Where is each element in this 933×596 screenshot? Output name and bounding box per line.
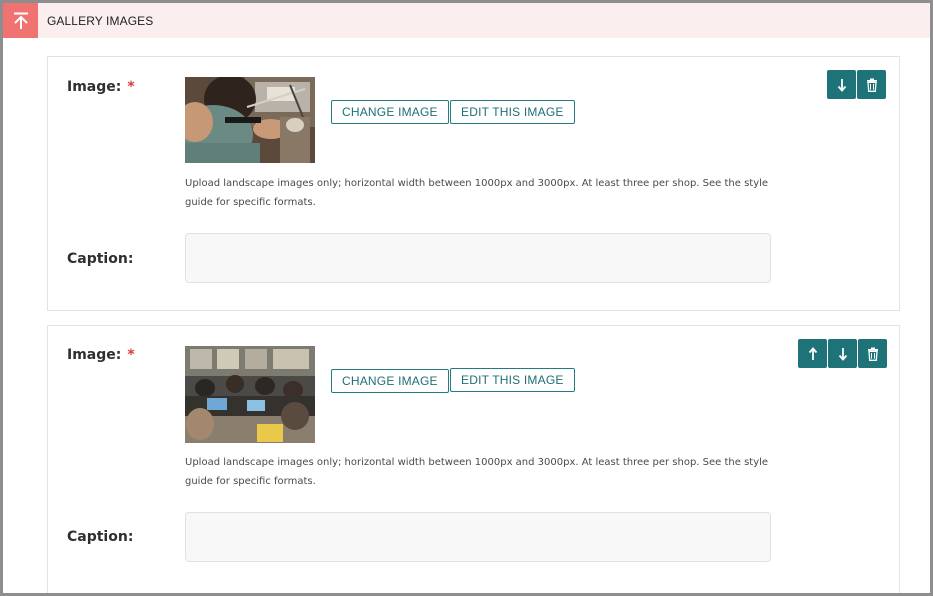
item-actions	[798, 339, 887, 368]
edit-image-button[interactable]: EDIT THIS IMAGE	[450, 100, 575, 124]
collapse-up-icon[interactable]	[3, 3, 38, 38]
image-label: Image: *	[67, 347, 135, 363]
move-down-icon[interactable]	[827, 70, 856, 99]
move-up-icon[interactable]	[798, 339, 827, 368]
gallery-thumbnail	[185, 346, 315, 443]
gallery-thumbnail	[185, 77, 315, 163]
help-text: Upload landscape images only; horizontal…	[185, 457, 769, 487]
section-title: GALLERY IMAGES	[47, 13, 154, 28]
gallery-item-2: Image: * CHANGE IMAGE EDIT THIS IMAGE Up…	[47, 325, 900, 593]
required-mark: *	[127, 347, 135, 363]
change-image-button[interactable]: CHANGE IMAGE	[331, 369, 449, 393]
required-mark: *	[127, 79, 135, 95]
caption-input[interactable]	[185, 233, 771, 283]
caption-label: Caption:	[67, 251, 134, 267]
help-text: Upload landscape images only; horizontal…	[185, 178, 769, 208]
image-label-text: Image:	[67, 347, 122, 363]
edit-image-button[interactable]: EDIT THIS IMAGE	[450, 368, 575, 392]
image-label-text: Image:	[67, 79, 122, 95]
change-image-button[interactable]: CHANGE IMAGE	[331, 100, 449, 124]
caption-label: Caption:	[67, 529, 134, 545]
item-actions	[827, 70, 886, 99]
delete-icon[interactable]	[858, 339, 887, 368]
gallery-item-1: Image: * CHANGE IMAGE EDIT THIS IMAGE Up…	[47, 56, 900, 311]
image-label: Image: *	[67, 79, 135, 95]
move-down-icon[interactable]	[828, 339, 857, 368]
caption-input[interactable]	[185, 512, 771, 562]
gallery-panel: GALLERY IMAGES Image: * CHANGE IMAGE EDI…	[0, 0, 933, 596]
section-header: GALLERY IMAGES	[3, 3, 930, 38]
delete-icon[interactable]	[857, 70, 886, 99]
